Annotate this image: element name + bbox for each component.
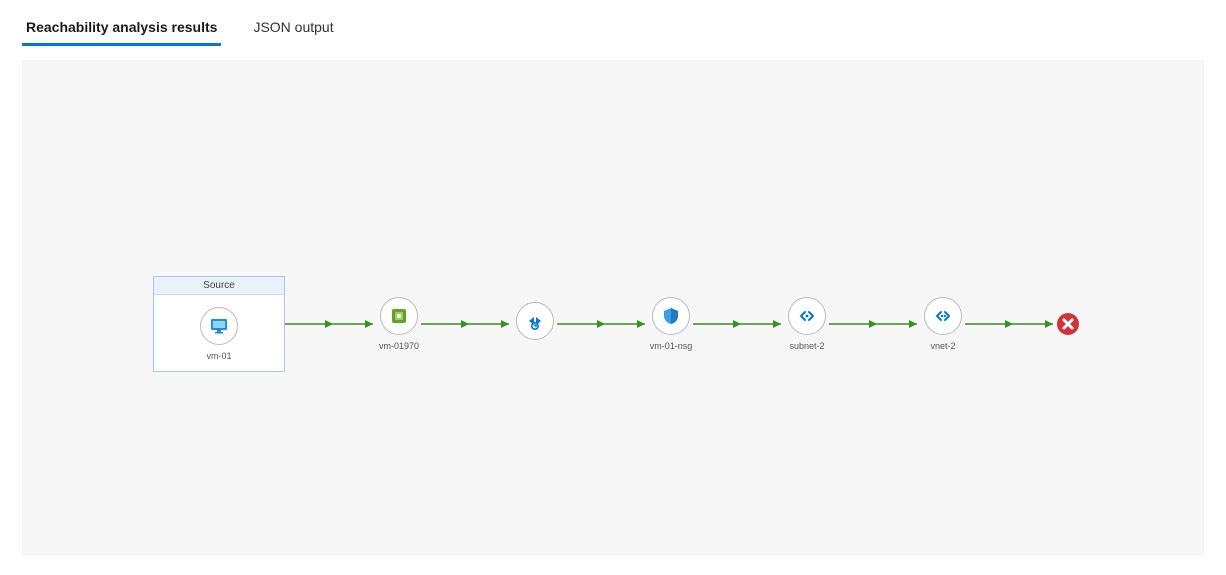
error-icon xyxy=(1057,313,1079,335)
shield-icon xyxy=(652,297,690,335)
nic-icon xyxy=(380,297,418,335)
arrow-icon xyxy=(965,319,1057,329)
tabs: Reachability analysis results JSON outpu… xyxy=(0,0,1226,46)
hop-label: vnet-2 xyxy=(930,341,955,351)
terminal-fail[interactable] xyxy=(1057,313,1079,335)
hop-node-nic[interactable]: vm-01970 xyxy=(377,297,421,351)
hop-label: subnet-2 xyxy=(789,341,824,351)
tab-json-output[interactable]: JSON output xyxy=(249,9,337,45)
hop-node-ipconfig[interactable] xyxy=(513,302,557,346)
ipconfig-icon xyxy=(516,302,554,340)
hop-node-subnet[interactable]: subnet-2 xyxy=(785,297,829,351)
diagram-canvas[interactable]: Source vm-01 vm-01970 xyxy=(22,60,1204,555)
source-header-label: Source xyxy=(154,277,284,295)
arrow-icon xyxy=(557,319,649,329)
reachability-path: Source vm-01 vm-01970 xyxy=(153,276,1079,372)
tab-reachability[interactable]: Reachability analysis results xyxy=(22,9,221,45)
arrow-icon xyxy=(285,319,377,329)
arrow-icon xyxy=(421,319,513,329)
hop-node-nsg[interactable]: vm-01-nsg xyxy=(649,297,693,351)
vnet-icon xyxy=(924,297,962,335)
source-node-label: vm-01 xyxy=(206,351,231,361)
source-node-box[interactable]: Source vm-01 xyxy=(153,276,285,372)
hop-label: vm-01970 xyxy=(379,341,419,351)
hop-label: vm-01-nsg xyxy=(650,341,693,351)
arrow-icon xyxy=(693,319,785,329)
vm-icon xyxy=(200,307,238,345)
hop-node-vnet[interactable]: vnet-2 xyxy=(921,297,965,351)
arrow-icon xyxy=(829,319,921,329)
subnet-icon xyxy=(788,297,826,335)
